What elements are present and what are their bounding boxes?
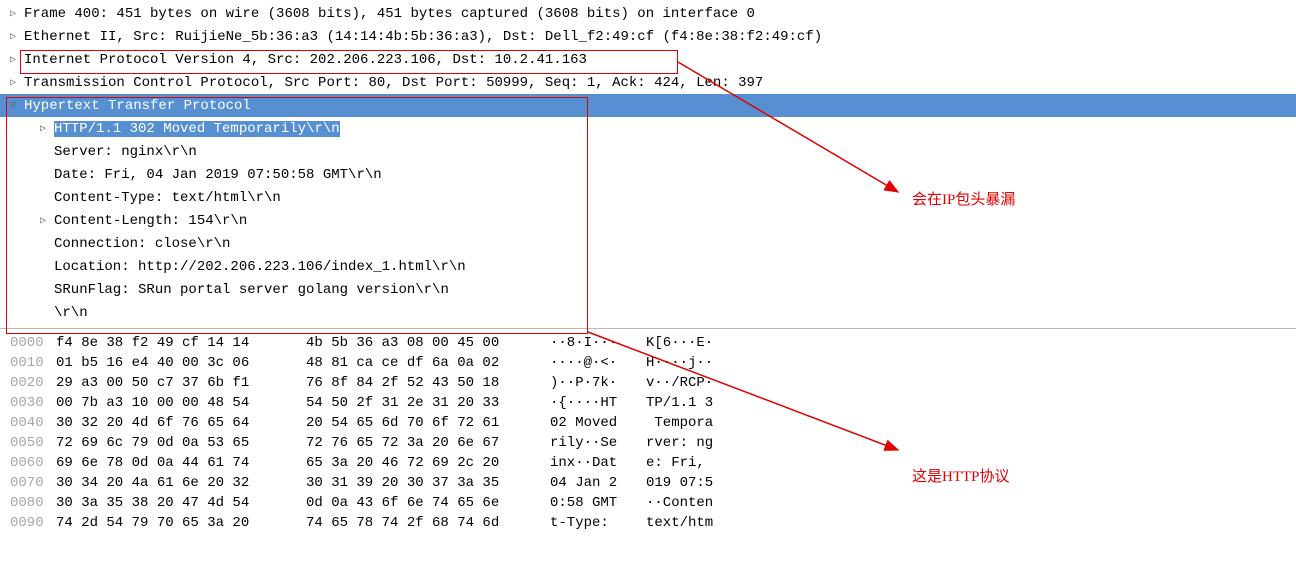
hex-dump-pane[interactable]: 0000f4 8e 38 f2 49 cf 14 144b 5b 36 a3 0… bbox=[0, 328, 1296, 533]
tree-http[interactable]: ▽ Hypertext Transfer Protocol bbox=[0, 94, 1296, 117]
hex-ascii: ····@·<· bbox=[550, 355, 646, 371]
hex-row[interactable]: 007030 34 20 4a 61 6e 20 3230 31 39 20 3… bbox=[0, 473, 1296, 493]
tree-text: Date: Fri, 04 Jan 2019 07:50:58 GMT\r\n bbox=[54, 167, 382, 183]
hex-ascii: 0:58 GMT bbox=[550, 495, 646, 511]
expand-icon[interactable]: ▷ bbox=[6, 53, 20, 67]
hex-ascii: rver: ng bbox=[646, 435, 736, 451]
tree-text: Ethernet II, Src: RuijieNe_5b:36:a3 (14:… bbox=[24, 29, 822, 45]
tree-http-server[interactable]: Server: nginx\r\n bbox=[0, 140, 1296, 163]
hex-bytes: 54 50 2f 31 2e 31 20 33 bbox=[306, 395, 550, 411]
hex-bytes: 76 8f 84 2f 52 43 50 18 bbox=[306, 375, 550, 391]
hex-ascii: t-Type: bbox=[550, 515, 646, 531]
hex-bytes: 30 31 39 20 30 37 3a 35 bbox=[306, 475, 550, 491]
hex-bytes: 74 2d 54 79 70 65 3a 20 bbox=[56, 515, 306, 531]
annotation-ip-leak: 会在IP包头暴漏 bbox=[912, 188, 1015, 209]
hex-row[interactable]: 008030 3a 35 38 20 47 4d 540d 0a 43 6f 6… bbox=[0, 493, 1296, 513]
hex-row[interactable]: 003000 7b a3 10 00 00 48 5454 50 2f 31 2… bbox=[0, 393, 1296, 413]
hex-row[interactable]: 006069 6e 78 0d 0a 44 61 7465 3a 20 46 7… bbox=[0, 453, 1296, 473]
hex-row[interactable]: 009074 2d 54 79 70 65 3a 2074 65 78 74 2… bbox=[0, 513, 1296, 533]
hex-bytes: 29 a3 00 50 c7 37 6b f1 bbox=[56, 375, 306, 391]
hex-bytes: 72 76 65 72 3a 20 6e 67 bbox=[306, 435, 550, 451]
tree-http-crlf[interactable]: \r\n bbox=[0, 301, 1296, 324]
hex-offset: 0090 bbox=[0, 515, 56, 531]
hex-ascii: text/htm bbox=[646, 515, 736, 531]
hex-bytes: f4 8e 38 f2 49 cf 14 14 bbox=[56, 335, 306, 351]
expand-icon[interactable]: ▷ bbox=[6, 30, 20, 44]
collapse-icon[interactable]: ▽ bbox=[6, 99, 20, 113]
tree-http-srunflag[interactable]: SRunFlag: SRun portal server golang vers… bbox=[0, 278, 1296, 301]
tree-http-connection[interactable]: Connection: close\r\n bbox=[0, 232, 1296, 255]
tree-text: Connection: close\r\n bbox=[54, 236, 230, 252]
hex-row[interactable]: 0000f4 8e 38 f2 49 cf 14 144b 5b 36 a3 0… bbox=[0, 333, 1296, 353]
hex-bytes: 0d 0a 43 6f 6e 74 65 6e bbox=[306, 495, 550, 511]
hex-ascii: H····j·· bbox=[646, 355, 736, 371]
hex-ascii: )··P·7k· bbox=[550, 375, 646, 391]
tree-http-content-length[interactable]: ▷ Content-Length: 154\r\n bbox=[0, 209, 1296, 232]
expand-icon[interactable]: ▷ bbox=[6, 76, 20, 90]
tree-ipv4[interactable]: ▷ Internet Protocol Version 4, Src: 202.… bbox=[0, 48, 1296, 71]
hex-ascii: v··/RCP· bbox=[646, 375, 736, 391]
hex-ascii: Tempora bbox=[646, 415, 736, 431]
hex-bytes: 20 54 65 6d 70 6f 72 61 bbox=[306, 415, 550, 431]
hex-row[interactable]: 004030 32 20 4d 6f 76 65 6420 54 65 6d 7… bbox=[0, 413, 1296, 433]
hex-offset: 0040 bbox=[0, 415, 56, 431]
hex-ascii: 019 07:5 bbox=[646, 475, 736, 491]
tree-text: HTTP/1.1 302 Moved Temporarily\r\n bbox=[54, 121, 340, 137]
hex-ascii: ··Conten bbox=[646, 495, 736, 511]
tree-text: Content-Type: text/html\r\n bbox=[54, 190, 281, 206]
hex-offset: 0020 bbox=[0, 375, 56, 391]
tree-text: Hypertext Transfer Protocol bbox=[24, 98, 251, 114]
tree-http-content-type[interactable]: Content-Type: text/html\r\n bbox=[0, 186, 1296, 209]
hex-bytes: 74 65 78 74 2f 68 74 6d bbox=[306, 515, 550, 531]
hex-ascii: TP/1.1 3 bbox=[646, 395, 736, 411]
hex-bytes: 01 b5 16 e4 40 00 3c 06 bbox=[56, 355, 306, 371]
hex-row[interactable]: 002029 a3 00 50 c7 37 6b f176 8f 84 2f 5… bbox=[0, 373, 1296, 393]
hex-offset: 0010 bbox=[0, 355, 56, 371]
hex-bytes: 30 3a 35 38 20 47 4d 54 bbox=[56, 495, 306, 511]
hex-ascii: e: Fri, bbox=[646, 455, 736, 471]
expand-icon[interactable]: ▷ bbox=[36, 122, 50, 136]
tree-text: Transmission Control Protocol, Src Port:… bbox=[24, 75, 763, 91]
hex-bytes: 30 32 20 4d 6f 76 65 64 bbox=[56, 415, 306, 431]
tree-text: Internet Protocol Version 4, Src: 202.20… bbox=[24, 52, 587, 68]
tree-tcp[interactable]: ▷ Transmission Control Protocol, Src Por… bbox=[0, 71, 1296, 94]
hex-ascii: 02 Moved bbox=[550, 415, 646, 431]
hex-bytes: 00 7b a3 10 00 00 48 54 bbox=[56, 395, 306, 411]
tree-http-location[interactable]: Location: http://202.206.223.106/index_1… bbox=[0, 255, 1296, 278]
hex-offset: 0000 bbox=[0, 335, 56, 351]
tree-text: Server: nginx\r\n bbox=[54, 144, 197, 160]
hex-offset: 0060 bbox=[0, 455, 56, 471]
hex-ascii: ·{····HT bbox=[550, 395, 646, 411]
hex-ascii: K[6···E· bbox=[646, 335, 736, 351]
hex-bytes: 30 34 20 4a 61 6e 20 32 bbox=[56, 475, 306, 491]
hex-ascii: inx··Dat bbox=[550, 455, 646, 471]
hex-bytes: 72 69 6c 79 0d 0a 53 65 bbox=[56, 435, 306, 451]
hex-bytes: 48 81 ca ce df 6a 0a 02 bbox=[306, 355, 550, 371]
tree-frame[interactable]: ▷ Frame 400: 451 bytes on wire (3608 bit… bbox=[0, 2, 1296, 25]
tree-text: Frame 400: 451 bytes on wire (3608 bits)… bbox=[24, 6, 755, 22]
tree-text: SRunFlag: SRun portal server golang vers… bbox=[54, 282, 449, 298]
annotation-http-proto: 这是HTTP协议 bbox=[912, 465, 1010, 486]
hex-offset: 0080 bbox=[0, 495, 56, 511]
hex-bytes: 69 6e 78 0d 0a 44 61 74 bbox=[56, 455, 306, 471]
tree-ethernet[interactable]: ▷ Ethernet II, Src: RuijieNe_5b:36:a3 (1… bbox=[0, 25, 1296, 48]
hex-bytes: 65 3a 20 46 72 69 2c 20 bbox=[306, 455, 550, 471]
hex-offset: 0050 bbox=[0, 435, 56, 451]
hex-ascii: ··8·I··· bbox=[550, 335, 646, 351]
expand-icon[interactable]: ▷ bbox=[36, 214, 50, 228]
hex-ascii: rily··Se bbox=[550, 435, 646, 451]
hex-offset: 0030 bbox=[0, 395, 56, 411]
tree-text: Content-Length: 154\r\n bbox=[54, 213, 247, 229]
tree-http-status[interactable]: ▷ HTTP/1.1 302 Moved Temporarily\r\n bbox=[0, 117, 1296, 140]
packet-details-pane[interactable]: ▷ Frame 400: 451 bytes on wire (3608 bit… bbox=[0, 0, 1296, 328]
hex-offset: 0070 bbox=[0, 475, 56, 491]
hex-bytes: 4b 5b 36 a3 08 00 45 00 bbox=[306, 335, 550, 351]
expand-icon[interactable]: ▷ bbox=[6, 7, 20, 21]
tree-text: Location: http://202.206.223.106/index_1… bbox=[54, 259, 466, 275]
tree-text: \r\n bbox=[54, 305, 88, 321]
hex-row[interactable]: 001001 b5 16 e4 40 00 3c 0648 81 ca ce d… bbox=[0, 353, 1296, 373]
tree-http-date[interactable]: Date: Fri, 04 Jan 2019 07:50:58 GMT\r\n bbox=[0, 163, 1296, 186]
hex-row[interactable]: 005072 69 6c 79 0d 0a 53 6572 76 65 72 3… bbox=[0, 433, 1296, 453]
hex-ascii: 04 Jan 2 bbox=[550, 475, 646, 491]
